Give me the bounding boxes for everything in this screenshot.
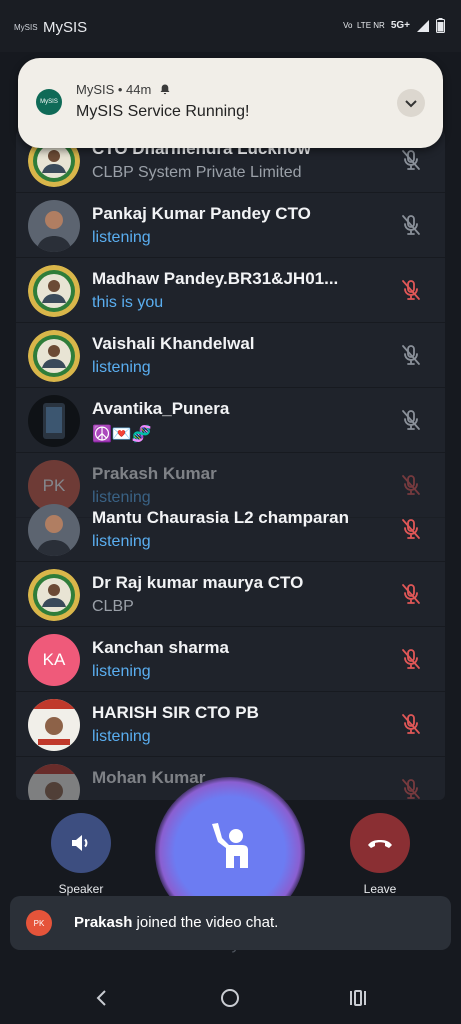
participant-name: Avantika_Punera [92,399,230,418]
participant-status: listening [92,663,151,680]
participant-name: Vaishali Khandelwal [92,334,255,353]
raise-hand-icon [212,823,248,868]
leave-label: Leave [363,882,397,896]
participant-list[interactable]: CTO Dharmendra Lucknow CLBP System Privat… [16,130,445,800]
mic-off-icon[interactable] [399,647,423,671]
participant-status: ☮️💌🧬 [92,426,152,443]
app-logo-icon: MySIS [14,23,38,32]
mic-off-icon[interactable] [399,408,423,432]
home-icon [221,989,239,1007]
participant-row[interactable]: Dr Raj kumar maurya CTO CLBP [16,562,445,627]
toast-name: Prakash [74,914,133,931]
speaker-icon [72,835,88,851]
mic-off-icon[interactable] [399,148,423,172]
home-button[interactable] [218,986,242,1010]
mic-off-icon[interactable] [399,712,423,736]
mic-off-icon[interactable] [399,777,423,800]
participant-row[interactable]: Madhaw Pandey.BR31&JH01... this is you [16,258,445,323]
hang-up-icon [368,840,392,848]
notification-header: MySIS • 44m [76,82,171,97]
participant-status: CLBP System Private Limited [92,164,302,181]
participant-name: Mohan Kumar [92,768,206,787]
participant-status: listening [92,359,151,376]
avatar [28,569,80,621]
toast-text: joined the video chat. [132,914,279,931]
avatar [28,395,80,447]
participant-name: Dr Raj kumar maurya CTO [92,573,304,592]
mic-off-icon[interactable] [399,213,423,237]
avatar [28,265,80,317]
recents-icon [350,990,366,1006]
carrier-label: Vo LTE NR [343,21,385,30]
leave-button[interactable] [350,813,410,873]
participant-name: Prakash Kumar [92,464,217,483]
call-controls: Speaker Leave [0,777,461,927]
participant-row[interactable]: HARISH SIR CTO PB listening [16,692,445,757]
participant-row[interactable]: Avantika_Punera ☮️💌🧬 [16,388,445,453]
system-nav-bar [0,970,461,1024]
avatar [28,699,80,751]
speaker-label: Speaker [58,882,104,896]
mic-off-icon[interactable] [399,582,423,606]
recents-button[interactable] [346,986,370,1010]
participant-name: Madhaw Pandey.BR31&JH01... [92,269,339,288]
notification-source: MySIS • 44m [76,82,152,97]
avatar [28,200,80,252]
participant-status: listening [92,533,151,550]
expand-notification-button[interactable] [397,89,425,117]
mic-off-icon[interactable] [399,278,423,302]
avatar [28,764,80,800]
signal-icon [417,19,429,32]
participant-name: Mantu Chaurasia L2 champaran [92,508,349,527]
speaker-button[interactable] [51,813,111,873]
avatar: KA [28,634,80,686]
toast-message: Prakash joined the video chat. [74,914,278,931]
notification-card[interactable]: MySIS MySIS • 44m MySIS Service Running! [18,58,443,148]
mic-off-icon[interactable] [399,343,423,367]
avatar [28,330,80,382]
join-toast: PK Prakash joined the video chat. [10,896,451,950]
participant-row[interactable]: KA Kanchan sharma listening [16,627,445,692]
battery-icon [436,18,445,33]
participant-status: listening [92,728,151,745]
status-bar: MySIS MySIS Vo LTE NR 5G+ [0,0,461,52]
participant-row[interactable]: Pankaj Kumar Pandey CTO listening [16,193,445,258]
notification-app-icon: MySIS [36,89,62,115]
chevron-down-icon [405,100,417,108]
participant-status: this is you [92,294,164,311]
avatar [28,504,80,556]
mic-off-icon[interactable] [399,473,423,497]
participant-status: CLBP [92,598,134,615]
participant-row[interactable]: Vaishali Khandelwal listening [16,323,445,388]
notification-message: MySIS Service Running! [76,103,250,120]
participant-name: HARISH SIR CTO PB [92,703,259,722]
back-button[interactable] [90,986,114,1010]
participant-status: listening [92,229,151,246]
network-label: 5G+ [390,20,410,31]
participant-row[interactable]: Mantu Chaurasia L2 champaran listening [16,497,445,562]
mic-off-icon[interactable] [399,517,423,541]
participant-name: Pankaj Kumar Pandey CTO [92,204,311,223]
participant-name: Kanchan sharma [92,638,229,657]
status-icons: Vo LTE NR 5G+ [343,18,445,33]
app-name: MySIS [43,19,88,36]
back-icon [96,990,106,1006]
toast-avatar: PK [26,910,52,936]
alarm-icon [160,84,170,95]
